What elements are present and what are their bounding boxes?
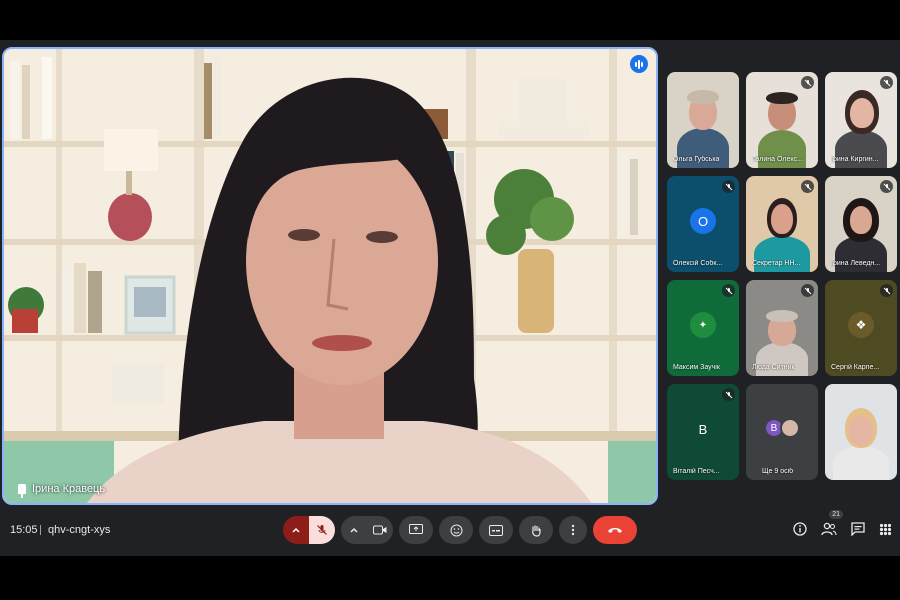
raise-hand-button[interactable] [519,516,553,544]
video-camera-icon [373,525,387,535]
participant-avatar [780,418,800,438]
speaker-name-label: Ірина Кравець [18,483,106,498]
participant-tile[interactable]: Ірина Леведн... [825,176,897,272]
side-panel-controls: 21 [793,510,892,541]
participant-name: Люда Ситник [752,364,795,371]
more-vertical-icon [571,524,575,536]
participant-tile[interactable]: Галина Олекс... [746,72,818,168]
participant-tile[interactable]: В Віталій Песч... [667,384,739,480]
participant-tile[interactable]: Ольга Губська [667,72,739,168]
meeting-toolbar: 15:05 qhv-cngt-xys 21 [0,508,900,556]
participant-tile[interactable] [825,384,897,480]
participant-name: Сергій Карпе... [831,364,880,371]
participant-count-badge: 21 [829,510,843,519]
activities-button[interactable] [879,523,892,541]
mic-off-icon [801,180,814,193]
emoji-icon [450,524,462,536]
camera-options-button[interactable] [341,516,367,544]
mic-off-icon [722,388,735,401]
participant-avatar: О [690,208,716,234]
camera-toggle-button[interactable] [367,516,393,544]
mic-off-icon [722,180,735,193]
mic-off-icon [801,284,814,297]
camera-control [341,516,393,544]
participant-tile[interactable]: О Олексій Собк... [667,176,739,272]
leave-call-button[interactable] [593,516,637,544]
participant-name: Олексій Собк... [673,260,723,267]
more-options-button[interactable] [559,516,587,544]
meeting-details-button[interactable] [793,522,807,541]
main-speaker-tile[interactable]: Ірина Кравець [2,47,658,505]
more-participants-avatars: В [764,418,800,438]
meeting-time: 15:05 [10,524,38,536]
participant-avatar: В [698,421,708,437]
participant-name: Ірина Леведн... [831,260,881,267]
chat-button[interactable] [851,522,865,541]
mic-options-button[interactable] [283,516,309,544]
end-call-icon [608,528,622,533]
participant-logo-icon: ✦ [690,312,716,338]
mic-off-icon [880,76,893,89]
mic-off-icon [880,180,893,193]
reactions-button[interactable] [439,516,473,544]
meeting-code: qhv-cngt-xys [48,524,111,536]
divider [40,525,41,535]
closed-captions-icon [489,524,503,536]
participant-logo-icon: ❖ [848,312,874,338]
participant-tile[interactable]: ❖ Сергій Карпе... [825,280,897,376]
chat-icon [851,522,865,537]
chevron-up-icon [350,527,358,533]
microphone-control [283,516,335,544]
participant-name: Ірина Киргин... [831,156,879,163]
participant-tile[interactable]: Ірина Киргин... [825,72,897,168]
mic-off-icon [880,284,893,297]
meet-window: Ірина Кравець Ольга Губська Галина Олекс… [0,40,900,556]
participant-name: Секретар НН... [752,260,801,267]
participant-name: Максим Заучік [673,364,720,371]
more-participants-tile[interactable]: В Ще 9 осіб [746,384,818,480]
pin-icon [18,484,26,498]
participant-tile[interactable]: Секретар НН... [746,176,818,272]
chevron-up-icon [292,527,300,533]
microphone-toggle-button[interactable] [309,516,335,544]
captions-button[interactable] [479,516,513,544]
info-icon [793,522,807,536]
participant-name: Віталій Песч... [673,468,720,475]
call-controls [283,516,637,544]
speaker-name: Ірина Кравець [32,483,106,495]
speaking-indicator-icon [630,55,648,73]
raise-hand-icon [532,525,541,537]
mic-off-icon [722,284,735,297]
people-button[interactable]: 21 [821,510,843,541]
present-screen-icon [409,524,423,534]
participant-tile[interactable]: Люда Ситник [746,280,818,376]
participant-name: Галина Олекс... [752,156,803,163]
participant-name: Ольга Губська [673,156,720,163]
speaker-video [4,49,656,503]
activities-icon [879,523,892,535]
mic-off-icon [317,525,327,535]
mic-off-icon [801,76,814,89]
participant-tile[interactable]: ✦ Максим Заучік [667,280,739,376]
present-screen-button[interactable] [399,516,433,544]
people-icon [821,522,837,536]
more-participants-label: Ще 9 осіб [762,468,794,475]
